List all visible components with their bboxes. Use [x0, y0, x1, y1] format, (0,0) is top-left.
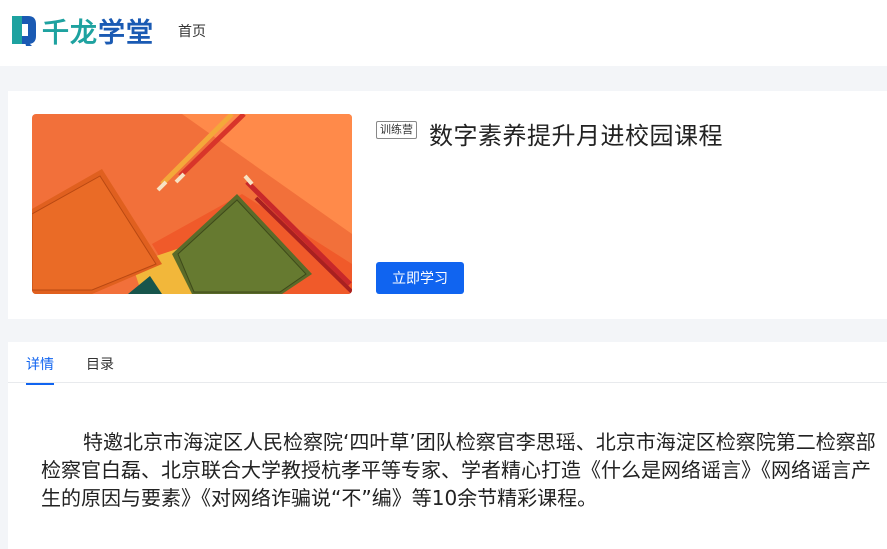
nav-home-link[interactable]: 首页	[178, 21, 206, 41]
course-title: 数字素养提升月进校园课程	[429, 122, 723, 150]
course-type-badge: 训练营	[376, 121, 417, 139]
course-detail-panel: 详情 目录 特邀北京市海淀区人民检察院‘四叶草’团队检察官李思瑶、北京市海淀区检…	[8, 342, 887, 549]
tab-detail[interactable]: 详情	[26, 354, 54, 385]
course-cover-image	[32, 114, 352, 294]
cover-illustration	[32, 114, 352, 294]
logo-mark-icon	[12, 16, 36, 46]
logo-text-part1: 千龙	[42, 17, 98, 49]
tab-catalog[interactable]: 目录	[86, 354, 114, 383]
detail-tabs: 详情 目录	[8, 342, 887, 385]
logo-text: 千龙学堂	[42, 11, 154, 50]
course-card: 训练营 数字素养提升月进校园课程 立即学习	[8, 91, 887, 319]
logo-text-part2: 学堂	[98, 17, 154, 49]
course-description: 特邀北京市海淀区人民检察院‘四叶草’团队检察官李思瑶、北京市海淀区检察院第二检察…	[41, 430, 876, 510]
start-learning-button[interactable]: 立即学习	[376, 262, 464, 294]
site-logo[interactable]: 千龙学堂	[8, 10, 154, 50]
top-header: 千龙学堂 首页	[0, 0, 887, 66]
